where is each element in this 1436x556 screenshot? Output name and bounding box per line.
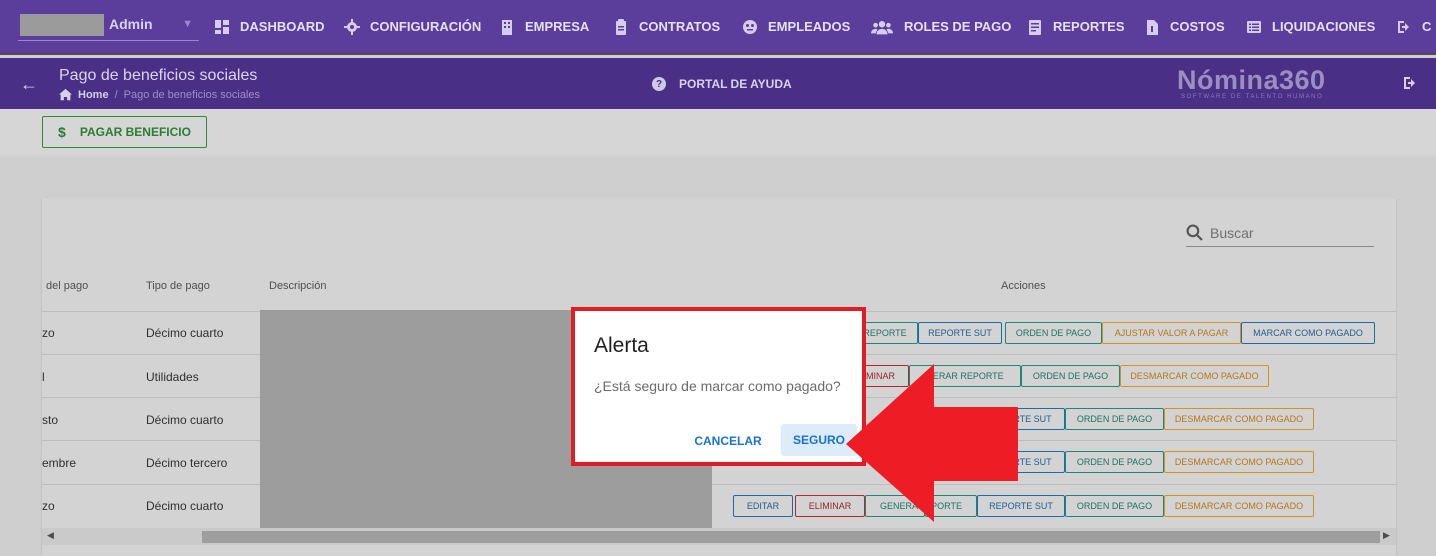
nav-label: EMPRESA bbox=[525, 19, 590, 34]
table-cell-type: Décimo cuarto bbox=[146, 499, 224, 513]
top-navigation: Admin ▼ DASHBOARD CONFIGURACIÓN EMPRESA … bbox=[0, 0, 1436, 55]
chevron-down-icon[interactable]: ▼ bbox=[182, 18, 193, 30]
nav-roles-de-pago[interactable]: ROLES DE PAGO bbox=[870, 18, 1011, 35]
dollar-icon: $ bbox=[58, 124, 66, 140]
scrollbar-thumb[interactable] bbox=[202, 531, 1380, 543]
column-header-date[interactable]: del pago bbox=[46, 280, 88, 292]
edit-button[interactable]: EDITAR bbox=[733, 495, 793, 517]
nav-label: CONFIGURACIÓN bbox=[370, 19, 482, 34]
scroll-right-icon[interactable]: ▶ bbox=[1383, 530, 1390, 541]
nav-label: REPORTES bbox=[1053, 19, 1125, 34]
nav-label: C bbox=[1422, 19, 1432, 34]
pointer-arrow-icon bbox=[846, 364, 1018, 522]
help-label: PORTAL DE AYUDA bbox=[679, 77, 792, 91]
nav-empresa[interactable]: EMPRESA bbox=[498, 18, 589, 35]
mark-paid-button[interactable]: MARCAR COMO PAGADO bbox=[1241, 322, 1375, 344]
payment-order-button[interactable]: ORDEN DE PAGO bbox=[1021, 365, 1120, 387]
page-title: Pago de beneficios sociales bbox=[59, 67, 258, 84]
unmark-paid-button[interactable]: DESMARCAR COMO PAGADO bbox=[1164, 495, 1314, 517]
logout-icon[interactable] bbox=[1402, 75, 1418, 91]
report-sut-button[interactable]: REPORTE SUT bbox=[918, 322, 1002, 344]
row-divider bbox=[42, 484, 1396, 485]
table-cell-date: zo bbox=[42, 326, 55, 340]
breadcrumb: Home / Pago de beneficios sociales bbox=[59, 88, 260, 101]
pay-benefit-label: PAGAR BENEFICIO bbox=[79, 125, 191, 139]
brand-tagline: SOFTWARE DE TALENTO HUMANO bbox=[1181, 94, 1324, 100]
dashboard-icon bbox=[213, 18, 230, 35]
nav-liquidaciones[interactable]: LIQUIDACIONES bbox=[1245, 18, 1375, 35]
invoice-icon bbox=[1143, 18, 1160, 35]
column-header-description[interactable]: Descripción bbox=[269, 280, 326, 292]
user-name: Admin bbox=[109, 16, 153, 32]
building-icon bbox=[498, 18, 515, 35]
action-toolbar bbox=[0, 109, 1436, 156]
search-field[interactable]: Buscar bbox=[1186, 219, 1374, 247]
nav-label: CONTRATOS bbox=[639, 19, 721, 34]
pay-benefit-button[interactable]: $ PAGAR BENEFICIO bbox=[42, 116, 207, 148]
unmark-paid-button[interactable]: DESMARCAR COMO PAGADO bbox=[1164, 451, 1314, 473]
unmark-paid-button[interactable]: DESMARCAR COMO PAGADO bbox=[1164, 408, 1314, 430]
unmark-paid-button[interactable]: DESMARCAR COMO PAGADO bbox=[1120, 365, 1269, 387]
payment-order-button[interactable]: ORDEN DE PAGO bbox=[1065, 495, 1164, 517]
help-icon: ? bbox=[652, 77, 666, 91]
column-header-type[interactable]: Tipo de pago bbox=[146, 280, 210, 292]
nav-label: COSTOS bbox=[1170, 19, 1225, 34]
nav-label: DASHBOARD bbox=[240, 19, 325, 34]
table-cell-type: Décimo cuarto bbox=[146, 326, 224, 340]
nav-label: EMPLEADOS bbox=[768, 19, 851, 34]
payment-order-button[interactable]: ORDEN DE PAGO bbox=[1065, 451, 1164, 473]
breadcrumb-current: Pago de beneficios sociales bbox=[123, 88, 260, 101]
nav-costos[interactable]: COSTOS bbox=[1143, 18, 1225, 35]
nav-configuracion[interactable]: CONFIGURACIÓN bbox=[343, 18, 481, 35]
help-portal-link[interactable]: ? PORTAL DE AYUDA bbox=[652, 77, 792, 91]
nav-reportes[interactable]: REPORTES bbox=[1026, 18, 1125, 35]
table-cell-type: Décimo tercero bbox=[146, 456, 228, 470]
users-icon bbox=[870, 18, 894, 35]
adjust-value-button[interactable]: AJUSTAR VALOR A PAGAR bbox=[1102, 322, 1241, 344]
user-avatar-redacted bbox=[20, 14, 104, 36]
table-cell-type: Utilidades bbox=[146, 370, 199, 384]
cancel-button[interactable]: CANCELAR bbox=[685, 427, 771, 455]
scroll-left-icon[interactable]: ◀ bbox=[47, 530, 54, 541]
dialog-title: Alerta bbox=[594, 334, 649, 357]
home-icon[interactable] bbox=[59, 88, 72, 101]
brand-logo: Nómina360 bbox=[1177, 65, 1326, 95]
clipboard-icon bbox=[612, 18, 629, 35]
breadcrumb-separator: / bbox=[114, 88, 118, 101]
payment-order-button[interactable]: ORDEN DE PAGO bbox=[1005, 322, 1102, 344]
gear-icon bbox=[343, 18, 360, 35]
nav-empleados[interactable]: EMPLEADOS bbox=[741, 18, 850, 35]
table-cell-date: zo bbox=[42, 499, 55, 513]
logout-icon bbox=[1395, 18, 1412, 35]
column-header-actions: Acciones bbox=[1001, 280, 1046, 292]
table-cell-type: Décimo cuarto bbox=[146, 413, 224, 427]
table-cell-date: embre bbox=[42, 456, 77, 470]
search-input[interactable]: Buscar bbox=[1210, 225, 1254, 241]
breadcrumb-home[interactable]: Home bbox=[78, 89, 109, 101]
nav-label: LIQUIDACIONES bbox=[1272, 19, 1376, 34]
nav-dashboard[interactable]: DASHBOARD bbox=[213, 18, 325, 35]
report-icon bbox=[1026, 18, 1043, 35]
page-header: ← Pago de beneficios sociales Home / Pag… bbox=[0, 58, 1436, 109]
list-icon bbox=[1245, 18, 1262, 35]
dialog-message: ¿Está seguro de marcar como pagado? bbox=[594, 378, 841, 394]
user-menu[interactable]: Admin ▼ bbox=[18, 12, 199, 41]
table-cell-date: sto bbox=[42, 413, 59, 427]
table-cell-date: l bbox=[42, 370, 45, 384]
nav-contratos[interactable]: CONTRATOS bbox=[612, 18, 720, 35]
nav-label: ROLES DE PAGO bbox=[904, 19, 1012, 34]
globe-icon bbox=[741, 18, 758, 35]
search-icon bbox=[1186, 224, 1203, 241]
payment-order-button[interactable]: ORDEN DE PAGO bbox=[1065, 408, 1164, 430]
back-arrow-icon[interactable]: ← bbox=[20, 74, 38, 95]
nav-logout[interactable]: C bbox=[1395, 18, 1431, 35]
